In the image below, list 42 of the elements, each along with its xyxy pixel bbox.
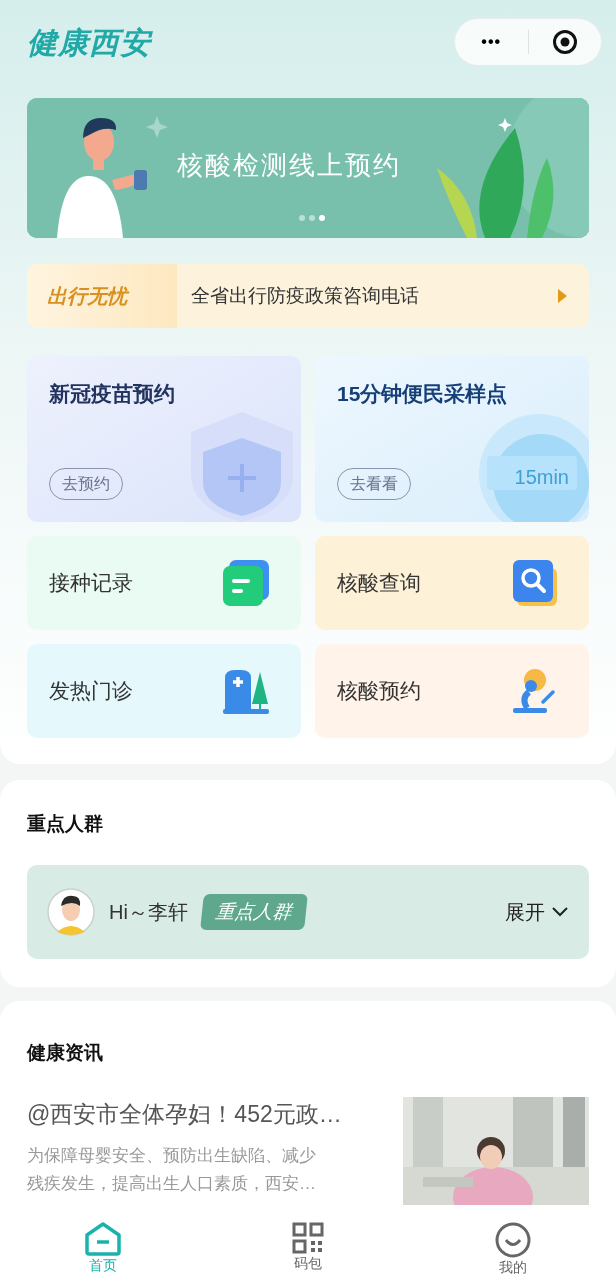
service-tile[interactable]: 接种记录: [27, 536, 301, 630]
greeting-text: Hi～李轩: [109, 899, 188, 925]
avatar-icon: [47, 887, 95, 936]
clinic-building-icon: [223, 668, 269, 714]
chevron-down-icon: [551, 905, 569, 918]
tile-label: 发热门诊: [49, 678, 133, 705]
tile-label: 接种记录: [49, 570, 133, 597]
time-label: 15min: [514, 465, 569, 490]
expand-button[interactable]: 展开: [505, 896, 569, 927]
notice-bar[interactable]: 出行无忧 全省出行防疫政策咨询电话: [27, 264, 589, 328]
card-title: 15分钟便民采样点: [337, 381, 509, 407]
tab-item[interactable]: 码包: [205, 1218, 411, 1280]
feature-card[interactable]: 15分钟便民采样点 去看看 15min: [315, 356, 589, 522]
news-item[interactable]: @西安市全体孕妇！452元政… 为保障母婴安全、预防出生缺陷、减少 残疾发生，提高出生人口素质，西安…: [27, 1097, 589, 1205]
service-tile[interactable]: 核酸查询: [315, 536, 589, 630]
microscope-icon: [511, 668, 557, 714]
news-summary: 残疾发生，提高出生人口素质，西安…: [27, 1172, 317, 1195]
tile-label: 核酸查询: [337, 570, 421, 597]
tile-label: 核酸预约: [337, 678, 421, 705]
play-arrow-icon: [558, 289, 567, 303]
home-icon: [83, 1222, 122, 1256]
service-tile[interactable]: 核酸预约: [315, 644, 589, 738]
smiley-icon: [495, 1222, 532, 1258]
qr-code-icon: [292, 1222, 324, 1254]
news-summary: 为保障母婴安全、预防出生缺陷、减少: [27, 1144, 317, 1167]
section-title: 重点人群: [27, 812, 104, 836]
banner-title: 核酸检测线上预约: [177, 149, 401, 182]
notice-text: 全省出行防疫政策咨询电话: [191, 283, 420, 308]
tab-item[interactable]: 我的: [410, 1218, 616, 1280]
document-icon: [223, 560, 269, 606]
section-title: 健康资讯: [27, 1040, 104, 1065]
more-button[interactable]: •••: [455, 19, 528, 65]
key-group-card[interactable]: Hi～李轩 重点人群 展开: [27, 864, 589, 959]
target-icon: [551, 29, 578, 55]
app-title: 健康西安: [27, 24, 151, 61]
feature-card[interactable]: 新冠疫苗预约 去预约: [27, 356, 301, 522]
service-tile[interactable]: 发热门诊: [27, 644, 301, 738]
search-icon: [513, 560, 557, 606]
notice-tag: 出行无忧: [27, 264, 177, 328]
card-title: 新冠疫苗预约: [49, 381, 176, 407]
news-headline: @西安市全体孕妇！452元政…: [27, 1100, 343, 1129]
group-tag: 重点人群: [200, 893, 308, 930]
